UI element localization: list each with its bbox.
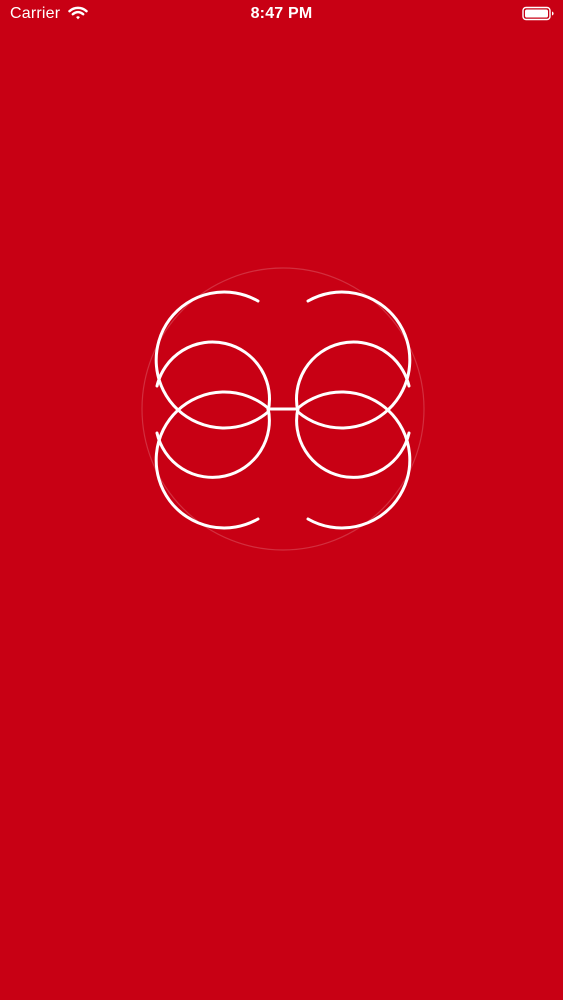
right-lower-arc [295,406,411,479]
status-bar: Carrier 8:47 PM [0,0,563,30]
splash-screen: Carrier 8:47 PM [0,0,563,1000]
top-right-arc [296,290,412,430]
battery-icon [522,6,554,21]
left-lower-arc [155,406,271,479]
top-left-arc [154,290,270,430]
right-upper-arc [295,340,411,414]
interlocking-circles-logo-icon [141,267,425,551]
left-upper-arc [155,340,271,414]
status-time: 8:47 PM [250,5,313,22]
